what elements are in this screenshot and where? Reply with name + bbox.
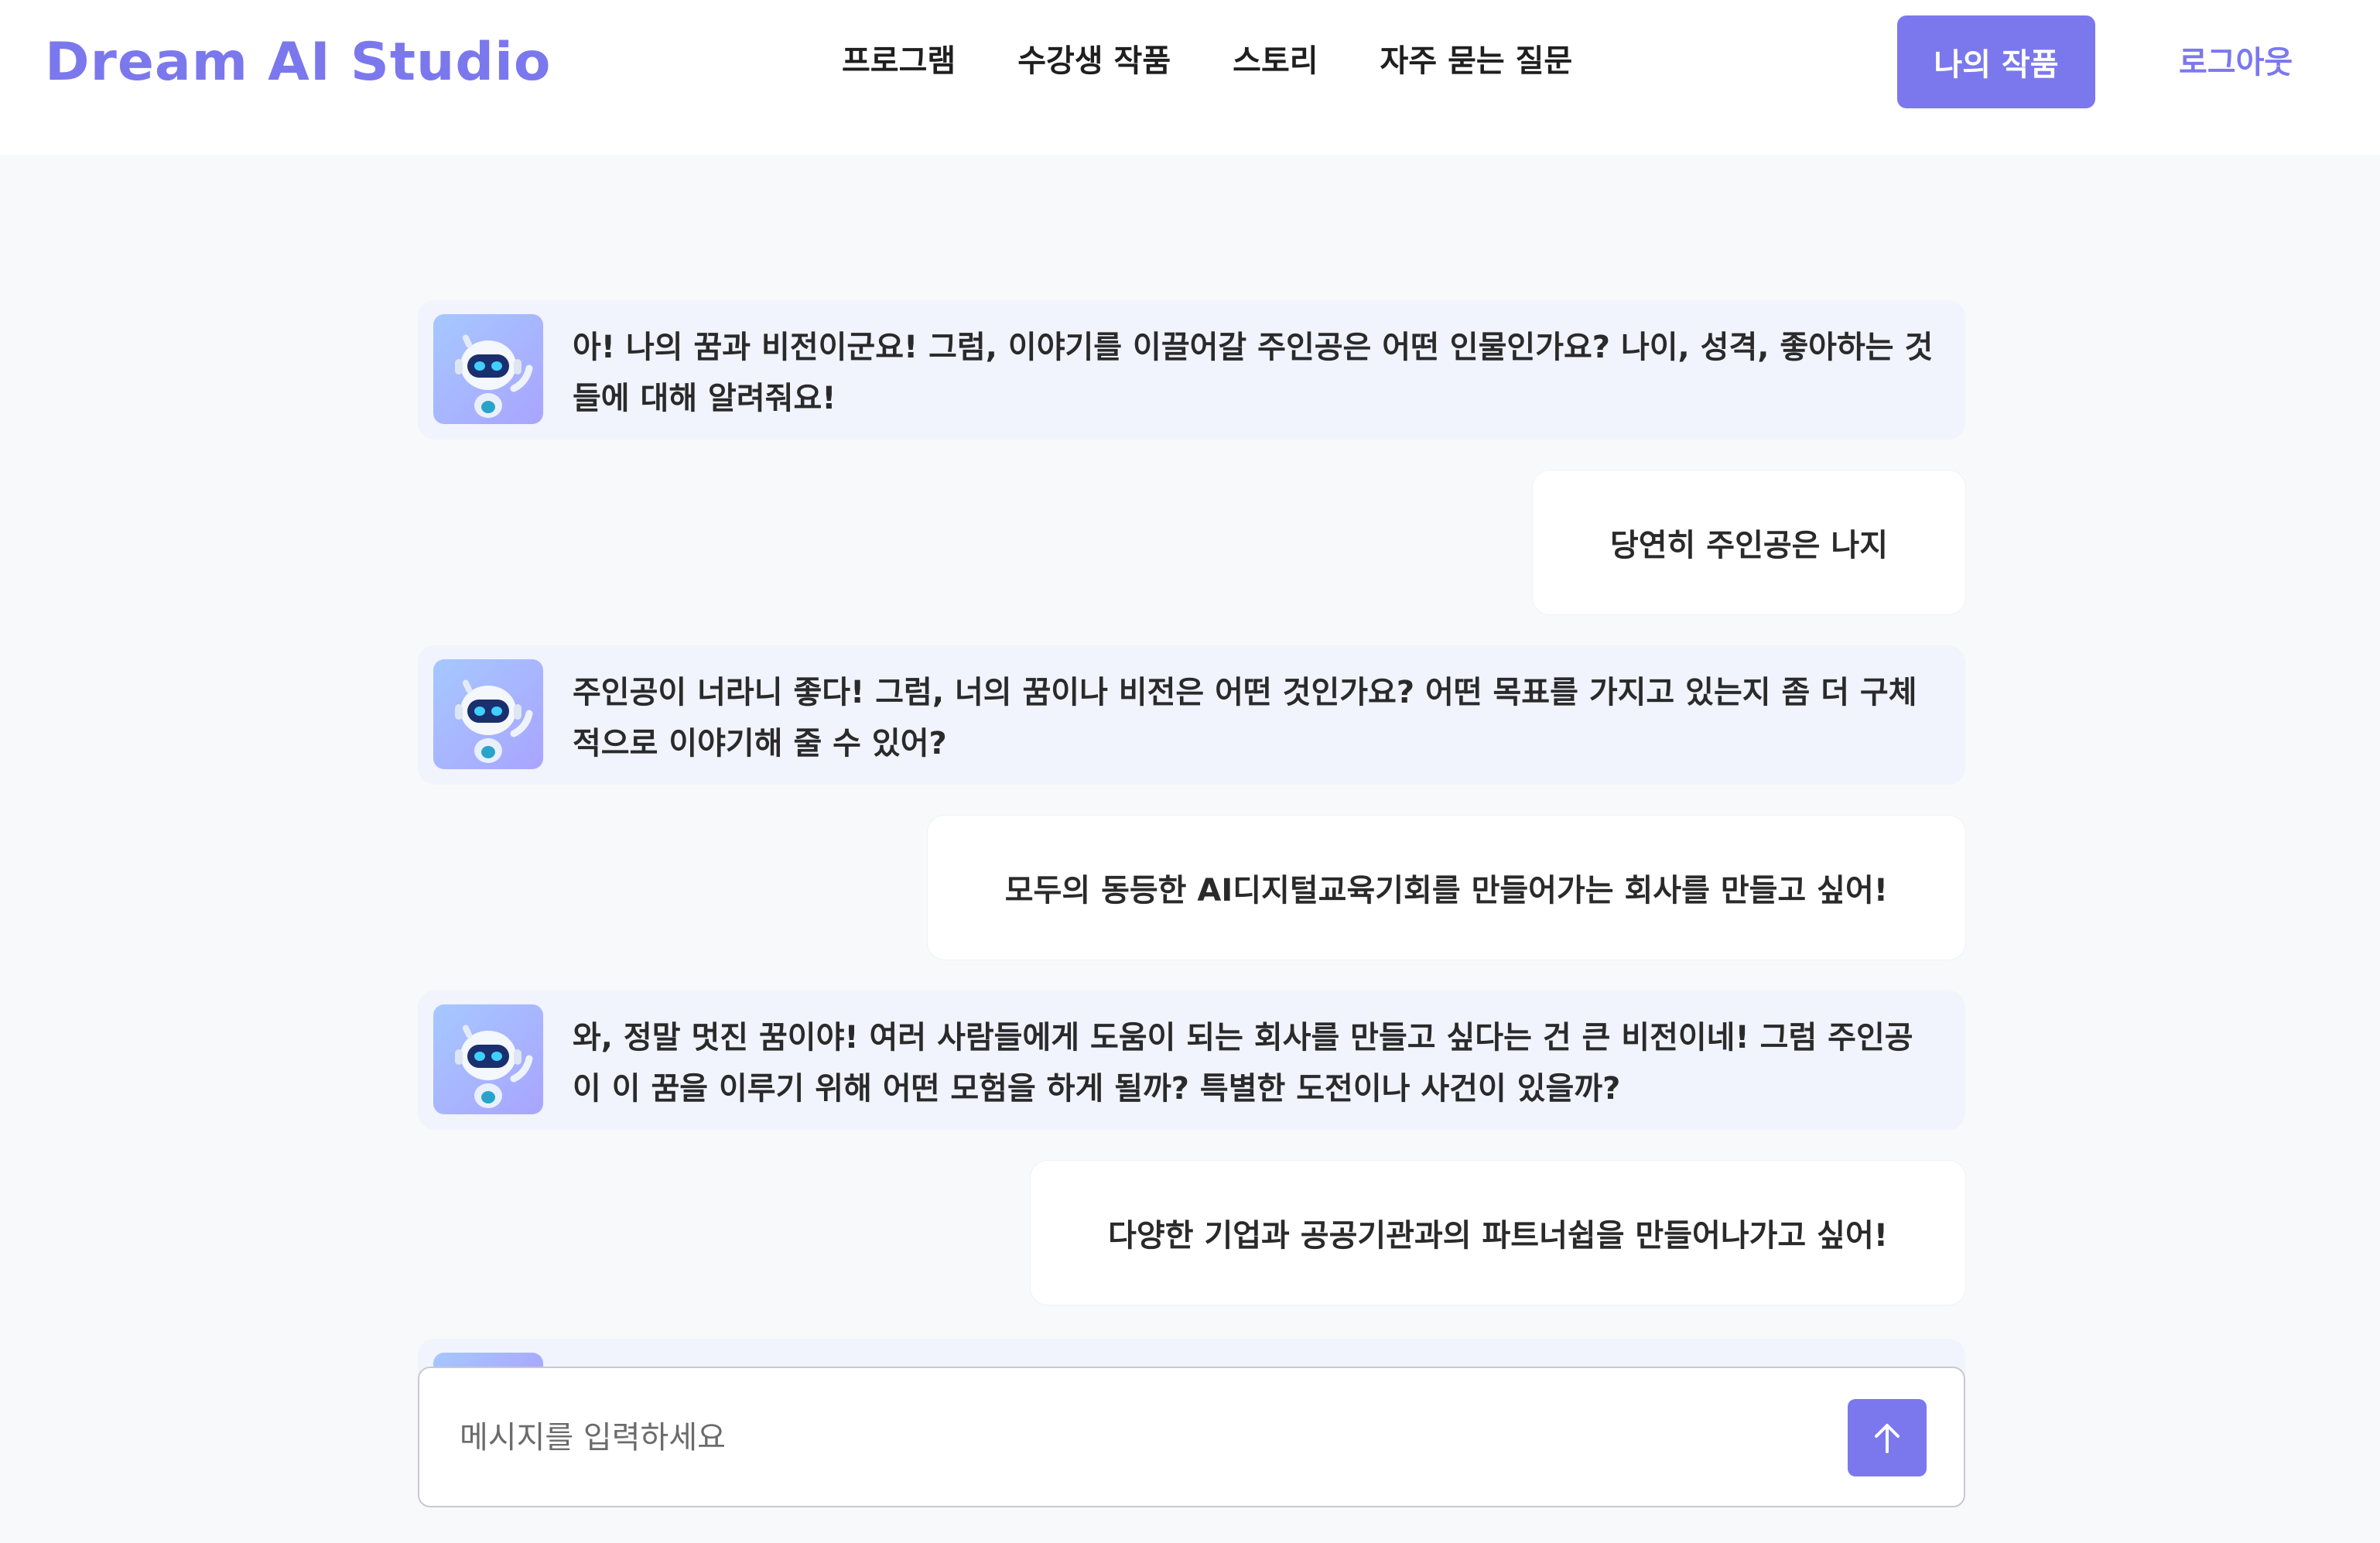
bot-message: 주인공이 너라니 좋다! 그럼, 너의 꿈이나 비전은 어떤 것인가요? 어떤 … [418,645,1965,785]
bot-message: 와, 정말 멋진 꿈이야! 여러 사람들에게 도움이 되는 회사를 만들고 싶다… [418,990,1965,1130]
user-message-row: 모두의 동등한 AI디지털교육기회를 만들어가는 회사를 만들고 싶어! [418,816,1965,960]
nav-item-program[interactable]: 프로그램 [842,34,956,88]
send-button[interactable] [1848,1399,1927,1476]
brand-logo[interactable]: Dream AI Studio [45,28,552,98]
main-nav: 프로그램 수강생 작품 스토리 자주 묻는 질문 [842,34,1634,88]
robot-avatar-icon [433,314,543,424]
nav-item-student-works[interactable]: 수강생 작품 [1017,34,1171,88]
top-navigation-bar: Dream AI Studio 프로그램 수강생 작품 스토리 자주 묻는 질문… [0,0,2380,155]
message-composer [418,1367,1965,1507]
nav-item-story[interactable]: 스토리 [1233,34,1318,88]
logout-link[interactable]: 로그아웃 [2179,36,2293,90]
message-input[interactable] [458,1407,1773,1469]
arrow-up-icon [1875,1424,1900,1453]
my-works-button[interactable]: 나의 작품 [1897,15,2095,108]
bot-message-text: 주인공이 너라니 좋다! 그럼, 너의 꿈이나 비전은 어떤 것인가요? 어떤 … [573,675,1917,761]
chat-message-list: 아! 나의 꿈과 비전이군요! 그럼, 이야기를 이끌어갈 주인공은 어떤 인물… [418,300,1965,1336]
user-message-row: 다양한 기업과 공공기관과의 파트너쉽을 만들어나가고 싶어! [418,1161,1965,1305]
bot-message-text: 아! 나의 꿈과 비전이군요! 그럼, 이야기를 이끌어갈 주인공은 어떤 인물… [573,330,1934,416]
user-message-row: 당연히 주인공은 나지 [418,470,1965,614]
user-message: 다양한 기업과 공공기관과의 파트너쉽을 만들어나가고 싶어! [1031,1161,1965,1305]
user-message: 당연히 주인공은 나지 [1532,470,1965,614]
user-message: 모두의 동등한 AI디지털교육기회를 만들어가는 회사를 만들고 싶어! [927,816,1965,960]
bot-message-text: 와, 정말 멋진 꿈이야! 여러 사람들에게 도움이 되는 회사를 만들고 싶다… [573,1020,1913,1107]
nav-item-faq[interactable]: 자주 묻는 질문 [1380,34,1573,88]
bot-message: 아! 나의 꿈과 비전이군요! 그럼, 이야기를 이끌어갈 주인공은 어떤 인물… [418,300,1965,440]
robot-avatar-icon [433,1004,543,1114]
robot-avatar-icon [433,659,543,769]
